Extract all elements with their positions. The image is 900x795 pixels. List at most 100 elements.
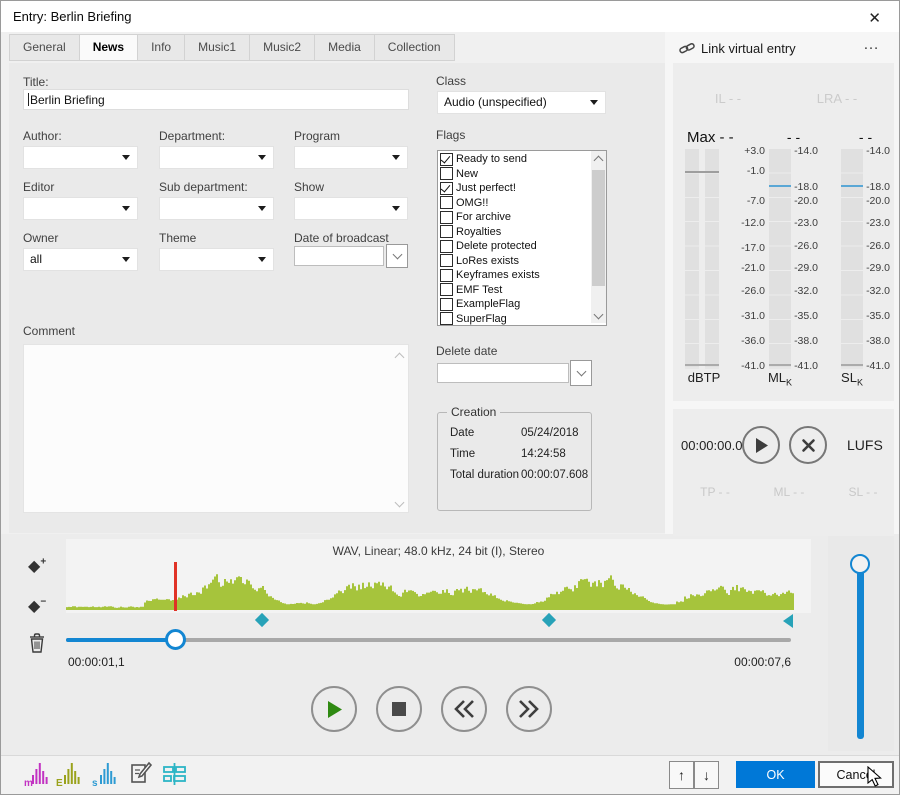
dropdown-author[interactable] [23, 146, 138, 169]
dropdown-show[interactable] [294, 197, 408, 220]
more-menu-icon[interactable]: … [859, 34, 884, 56]
tab-music2[interactable]: Music2 [249, 34, 315, 61]
next-entry-button[interactable]: ↓ [694, 761, 719, 789]
flag-item-just-perfect[interactable]: Just perfect! [438, 181, 588, 196]
checkbox[interactable] [440, 312, 453, 325]
lufs-play-button[interactable] [742, 426, 780, 464]
layout-blocks-icon[interactable] [161, 759, 189, 789]
flag-item-delete-protected[interactable]: Delete protected [438, 239, 588, 254]
flag-item-ready-to-send[interactable]: Ready to send [438, 152, 588, 167]
field-date-of-broadcast[interactable] [294, 246, 384, 266]
dropdown-department[interactable] [159, 146, 274, 169]
checkbox[interactable] [440, 298, 453, 311]
tab-general[interactable]: General [9, 34, 80, 61]
tab-media[interactable]: Media [314, 34, 375, 61]
flag-item-superflag[interactable]: SuperFlag [438, 312, 588, 327]
volume-slider-handle[interactable] [850, 554, 870, 574]
checkbox[interactable] [440, 240, 453, 253]
dropdown-theme[interactable] [159, 248, 274, 271]
flag-item-lores-exists[interactable]: LoRes exists [438, 254, 588, 269]
flag-item-new[interactable]: New [438, 167, 588, 182]
checkbox[interactable] [440, 254, 453, 267]
arrow-up-icon: ↑ [678, 767, 685, 783]
scrollbar-thumb[interactable] [592, 170, 605, 286]
tab-music1[interactable]: Music1 [184, 34, 250, 61]
volume-slider-track[interactable] [857, 569, 864, 739]
lufs-cancel-button[interactable] [789, 426, 827, 464]
checkbox[interactable] [440, 153, 453, 166]
tab-collection[interactable]: Collection [374, 34, 455, 61]
dropdown-owner[interactable]: all [23, 248, 138, 271]
ok-button[interactable]: OK [736, 761, 815, 788]
flag-item-keyframes-exists[interactable]: Keyframes exists [438, 268, 588, 283]
checkbox[interactable] [440, 225, 453, 238]
waveform-m-icon[interactable]: m [23, 759, 51, 789]
creation-row-label: Time [450, 448, 521, 460]
play-button[interactable] [311, 686, 357, 732]
svg-text:m: m [24, 778, 33, 789]
class-dropdown[interactable]: Audio (unspecified) [437, 91, 606, 114]
delete-date-calendar-button[interactable] [570, 360, 592, 386]
scroll-up-icon[interactable] [395, 353, 405, 363]
lufs-unit-label: LUFS [847, 437, 883, 453]
chevron-down-icon [590, 100, 598, 105]
dropdown-program[interactable] [294, 146, 408, 169]
chevron-down-icon [392, 155, 400, 160]
time-position-label: 00:00:01,1 [68, 655, 125, 669]
wave-glyph: m [23, 759, 51, 789]
tab-info[interactable]: Info [137, 34, 185, 61]
meter-scale-label: -26.0 [725, 285, 765, 297]
forward-button[interactable] [506, 686, 552, 732]
comment-textarea[interactable] [23, 344, 409, 513]
lufs-stat-ml: ML - - [765, 485, 813, 499]
playhead-marker[interactable] [174, 562, 177, 611]
tab-news[interactable]: News [79, 34, 138, 61]
waveform-e-icon[interactable]: E [55, 759, 83, 789]
creation-row-value: 14:24:58 [521, 448, 566, 460]
seek-slider-handle[interactable] [165, 629, 186, 650]
flag-item-omg[interactable]: OMG!! [438, 196, 588, 211]
meter-scale-label: -38.0 [778, 335, 818, 347]
stop-button[interactable] [376, 686, 422, 732]
field-label-department: Department: [159, 129, 225, 143]
checkbox[interactable] [440, 196, 453, 209]
tab-bar: GeneralNewsInfoMusic1Music2MediaCollecti… [9, 34, 454, 61]
field-date-of-broadcast-calendar-button[interactable] [386, 244, 408, 268]
scroll-up-icon[interactable] [591, 151, 606, 166]
waveform-s-icon[interactable]: s [91, 759, 119, 789]
checkbox[interactable] [440, 211, 453, 224]
checkbox[interactable] [440, 167, 453, 180]
previous-entry-button[interactable]: ↑ [669, 761, 694, 789]
rewind-button[interactable] [441, 686, 487, 732]
remove-marker-button[interactable]: ◆− [28, 596, 46, 614]
flag-item-for-archive[interactable]: For archive [438, 210, 588, 225]
stop-icon [392, 702, 406, 716]
edit-document-icon[interactable] [127, 759, 155, 789]
lufs-panel: 00:00:00.0 LUFS TP - -ML - -SL - - [673, 409, 894, 536]
close-icon[interactable]: ✕ [864, 7, 885, 29]
dropdown-sub-department[interactable] [159, 197, 274, 220]
checkbox[interactable] [440, 182, 453, 195]
checkbox[interactable] [440, 283, 453, 296]
dropdown-editor[interactable] [23, 197, 138, 220]
creation-groupbox: Date05/24/2018Time14:24:58Total duration… [437, 412, 592, 511]
flag-item-royalties[interactable]: Royalties [438, 225, 588, 240]
delete-marker-button[interactable] [27, 631, 47, 655]
meter-peak-sl: - - [841, 129, 890, 145]
title-input[interactable]: Berlin Briefing [23, 89, 409, 110]
checkbox[interactable] [440, 269, 453, 282]
meter-scale-label: -23.0 [850, 217, 890, 229]
waveform-panel[interactable]: WAV, Linear; 48.0 kHz, 24 bit (I), Stere… [66, 539, 811, 613]
delete-date-field[interactable] [437, 363, 569, 383]
scroll-down-icon[interactable] [591, 308, 606, 323]
add-marker-button[interactable]: ◆+ [28, 556, 46, 574]
chevron-down-icon [392, 250, 402, 260]
timeline-end-marker[interactable] [783, 614, 793, 628]
field-label-sub-department: Sub department: [159, 180, 248, 194]
chevron-down-icon [392, 206, 400, 211]
flag-item-emf-test[interactable]: EMF Test [438, 283, 588, 298]
flags-scrollbar[interactable] [591, 151, 606, 323]
scroll-down-icon[interactable] [395, 498, 405, 508]
flag-item-exampleflag[interactable]: ExampleFlag [438, 297, 588, 312]
creation-title: Creation [447, 405, 500, 419]
